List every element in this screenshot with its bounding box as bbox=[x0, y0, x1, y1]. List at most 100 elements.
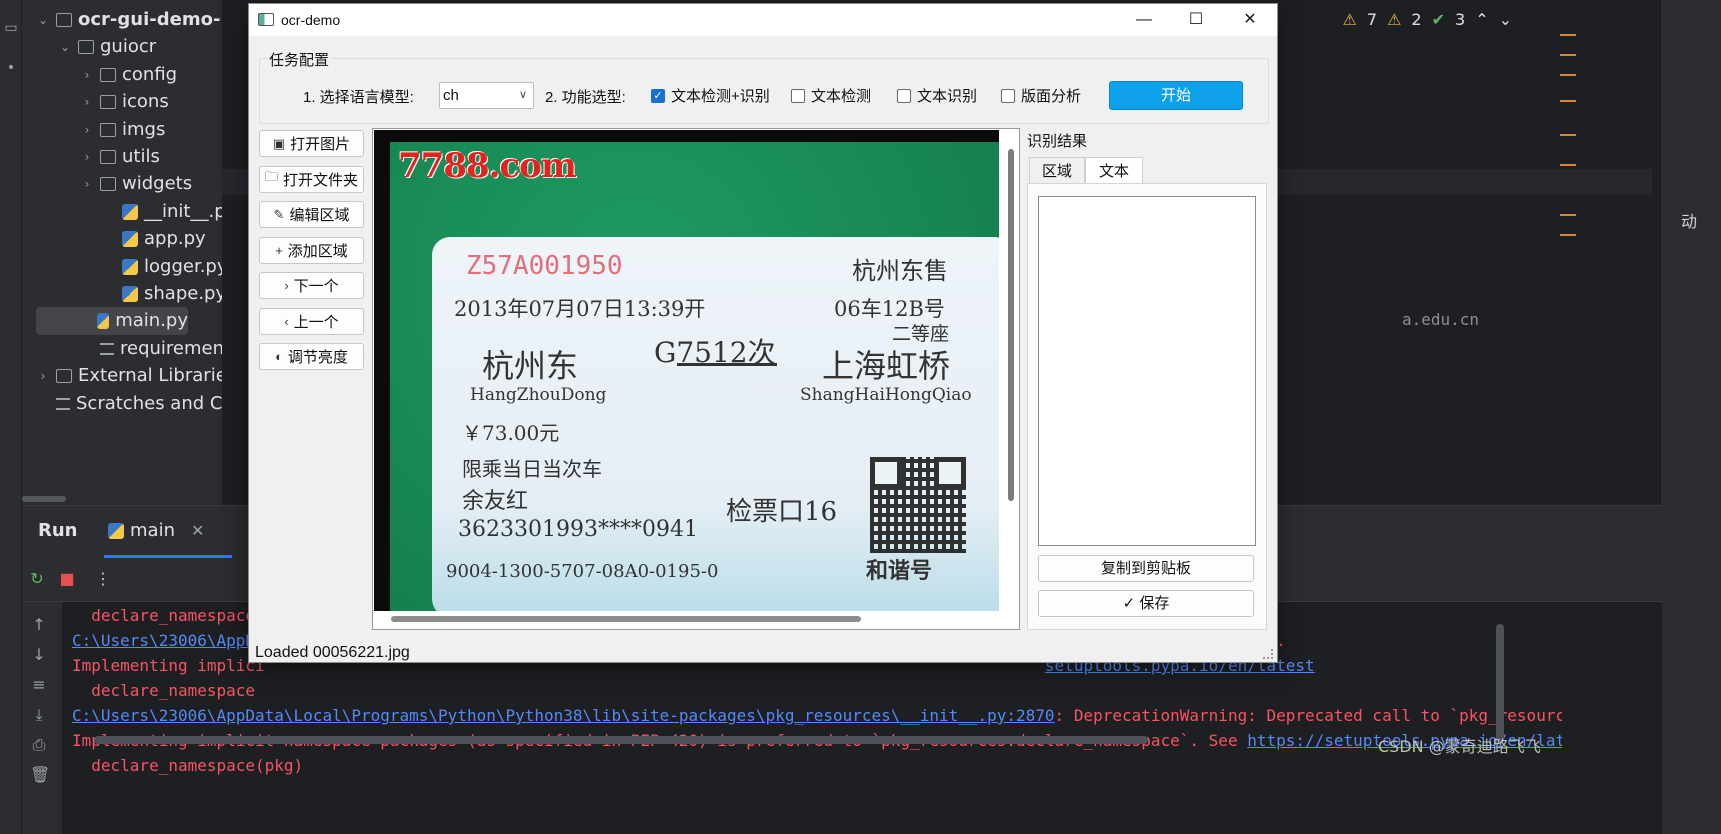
tree-item[interactable]: app.py bbox=[102, 225, 206, 253]
tool-button[interactable]: 🗀 打开文件夹 bbox=[259, 165, 364, 193]
copy-to-clipboard-button[interactable]: 复制到剪贴板 bbox=[1038, 555, 1254, 582]
close-icon[interactable]: ✕ bbox=[191, 521, 204, 540]
task-config-title: 任务配置 bbox=[267, 49, 332, 70]
tree-item[interactable]: ⌄ ocr-gui-demo- bbox=[36, 6, 220, 34]
maximize-button[interactable]: ☐ bbox=[1171, 4, 1221, 36]
tool-button[interactable]: ‹ 上一个 bbox=[259, 307, 364, 335]
arrow-down-icon[interactable]: ↓ bbox=[30, 646, 48, 664]
tree-item[interactable]: shape.py bbox=[102, 280, 226, 308]
chevron-up-icon[interactable]: ⌃ bbox=[1475, 10, 1488, 29]
chevron-down-icon[interactable]: ⌄ bbox=[58, 33, 72, 61]
option-checkbox[interactable]: 文本识别 bbox=[897, 85, 977, 106]
structure-icon[interactable]: ▭ bbox=[3, 20, 19, 36]
folder-icon: 🗀 bbox=[264, 169, 278, 184]
inspection-widget[interactable]: ⚠ 7 ⚠ 2 ✔ 3 ⌃ ⌄ bbox=[1343, 10, 1512, 29]
print-icon[interactable]: ⎙ bbox=[30, 736, 48, 754]
option-checkbox[interactable]: ✓ 文本检测+识别 bbox=[651, 85, 770, 106]
option-checkbox[interactable]: 文本检测 bbox=[791, 85, 871, 106]
soft-wrap-icon[interactable]: ≡ bbox=[30, 676, 48, 694]
tool-button[interactable]: ▣ 打开图片 bbox=[259, 130, 364, 157]
tree-item[interactable]: › icons bbox=[80, 88, 169, 116]
chevron-right-icon[interactable]: › bbox=[80, 170, 94, 198]
resize-grip[interactable] bbox=[1263, 649, 1273, 659]
stop-icon[interactable]: ■ bbox=[58, 570, 76, 588]
save-label: 保存 bbox=[1139, 595, 1170, 612]
save-button[interactable]: ✓ 保存 bbox=[1038, 590, 1254, 617]
chevron-down-icon[interactable]: ⌄ bbox=[1499, 10, 1512, 29]
tree-item[interactable]: __init__.py bbox=[102, 198, 236, 226]
console-text: : DeprecationWarning: Deprecated call to… bbox=[1054, 706, 1562, 725]
from-station: 杭州东 bbox=[482, 347, 579, 385]
close-button[interactable]: ✕ bbox=[1225, 4, 1275, 36]
tab-region[interactable]: 区域 bbox=[1029, 157, 1085, 184]
chevron-right-icon[interactable]: › bbox=[80, 143, 94, 171]
image-vertical-scrollbar[interactable] bbox=[1008, 149, 1014, 501]
chevron-right-icon[interactable]: › bbox=[80, 116, 94, 144]
arrow-up-icon[interactable]: ↑ bbox=[30, 616, 48, 634]
tree-item[interactable]: Scratches and C bbox=[36, 390, 222, 418]
tree-item[interactable]: logger.py bbox=[102, 253, 228, 281]
folder-icon bbox=[100, 95, 116, 110]
error-stripe[interactable] bbox=[1560, 34, 1578, 264]
tree-item[interactable]: › External Librarie bbox=[36, 362, 227, 390]
scroll-to-end-icon[interactable]: ⤓ bbox=[30, 706, 48, 724]
console-link[interactable]: C:\Users\23006\AppData\Local\Programs\Py… bbox=[72, 706, 1055, 725]
tool-button[interactable]: › 下一个 bbox=[259, 272, 364, 299]
option-checkbox[interactable]: 版面分析 bbox=[1001, 85, 1081, 106]
tool-button[interactable]: ◐ 调节亮度 bbox=[259, 343, 364, 370]
checked-box-icon[interactable]: ✓ bbox=[651, 88, 665, 103]
tree-item[interactable]: › widgets bbox=[80, 170, 193, 198]
chevron-right-icon[interactable]: › bbox=[36, 362, 50, 390]
console-link[interactable]: C:\Users\23006\AppDa bbox=[72, 631, 265, 650]
console-text: declare_namespace bbox=[72, 681, 256, 700]
console-line: declare_namespace bbox=[72, 681, 255, 700]
option-label: 版面分析 bbox=[1021, 88, 1082, 105]
tree-item[interactable]: ⌄ guiocr bbox=[58, 33, 156, 61]
status-bar: Loaded 00056221.jpg bbox=[255, 644, 410, 661]
tool-button[interactable]: ✎ 编辑区域 bbox=[259, 201, 364, 228]
python-icon bbox=[108, 522, 124, 539]
unchecked-box-icon[interactable] bbox=[1001, 88, 1015, 103]
chevron-down-icon[interactable]: ⌄ bbox=[36, 6, 50, 34]
tree-item-label: app.py bbox=[144, 228, 206, 250]
console-line: C:\Users\23006\AppData\Local\Programs\Py… bbox=[72, 706, 1562, 725]
language-model-select[interactable]: ch ∨ bbox=[439, 82, 534, 109]
tree-item[interactable]: › imgs bbox=[80, 116, 166, 144]
scratches-icon bbox=[56, 397, 70, 410]
unchecked-box-icon[interactable] bbox=[791, 88, 805, 103]
ticket-price: ￥73.00元 bbox=[462, 421, 560, 445]
image-canvas[interactable]: Z57A001950 杭州东售 2013年07月07日13:39开 06车12B… bbox=[372, 128, 1020, 630]
tool-button-label: 打开图片 bbox=[290, 136, 351, 153]
passenger-id: 3623301993****0941 bbox=[458, 517, 698, 542]
chevron-right-icon[interactable]: › bbox=[80, 88, 94, 116]
console-vertical-scrollbar[interactable] bbox=[1496, 624, 1504, 744]
plus-icon: + bbox=[275, 242, 283, 258]
tree-item[interactable]: › utils bbox=[80, 143, 160, 171]
image-area[interactable]: Z57A001950 杭州东售 2013年07月07日13:39开 06车12B… bbox=[374, 130, 999, 611]
project-tree-scrollbar[interactable] bbox=[22, 496, 66, 502]
more-icon[interactable]: • bbox=[3, 60, 19, 76]
unchecked-box-icon[interactable] bbox=[897, 88, 911, 103]
tool-button[interactable]: + 添加区域 bbox=[259, 236, 364, 264]
chevron-right-icon[interactable]: › bbox=[80, 61, 94, 89]
run-tool-title: Run bbox=[38, 520, 78, 541]
tab-text[interactable]: 文本 bbox=[1085, 157, 1143, 184]
tree-item[interactable]: › config bbox=[80, 61, 178, 89]
trash-icon[interactable]: 🗑 bbox=[30, 766, 50, 784]
title-bar[interactable]: ocr-demo — ☐ ✕ bbox=[249, 4, 1277, 36]
tree-item[interactable]: main.py bbox=[36, 307, 188, 336]
run-config-tab[interactable]: main ✕ bbox=[108, 520, 204, 541]
result-textbox[interactable] bbox=[1038, 196, 1256, 546]
more-options-icon[interactable]: ⋮ bbox=[94, 570, 112, 588]
language-model-label: 1. 选择语言模型: bbox=[303, 89, 414, 106]
warning-icon: ⚠ bbox=[1342, 10, 1357, 29]
tree-item[interactable]: requirements bbox=[80, 335, 240, 363]
tool-button-label: 下一个 bbox=[293, 278, 339, 295]
option-label: 文本检测 bbox=[811, 88, 872, 105]
image-horizontal-scrollbar[interactable] bbox=[391, 616, 861, 622]
to-station-pinyin: ShangHaiHongQiao bbox=[800, 385, 972, 405]
console-horizontal-scrollbar[interactable] bbox=[94, 736, 1148, 744]
minimize-button[interactable]: — bbox=[1119, 4, 1169, 36]
rerun-icon[interactable]: ↻ bbox=[28, 570, 46, 588]
start-button[interactable]: 开始 bbox=[1109, 81, 1243, 110]
